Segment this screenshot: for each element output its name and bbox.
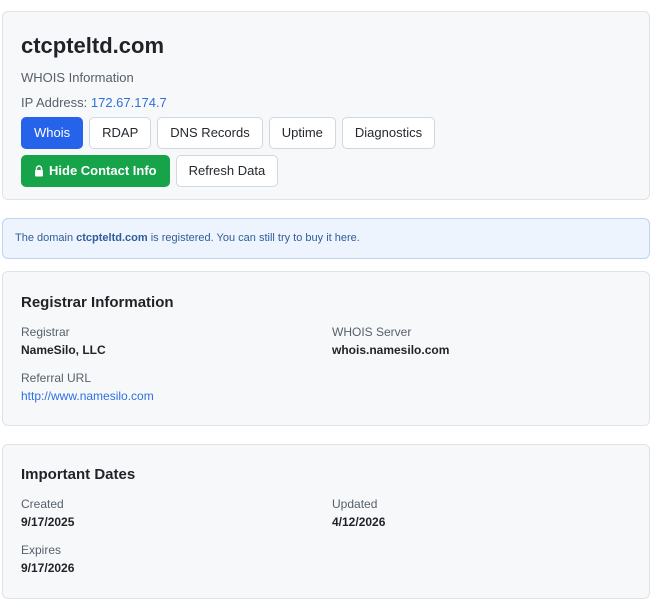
expires-value: 9/17/2026 xyxy=(21,561,75,575)
created-value: 9/17/2025 xyxy=(21,515,75,529)
created-label: Created xyxy=(21,497,64,511)
ip-address-link[interactable]: 172.67.174.7 xyxy=(91,95,167,110)
registrar-field: Registrar NameSilo, LLC xyxy=(21,324,332,358)
whois-server-value: whois.namesilo.com xyxy=(332,343,450,357)
expires-label: Expires xyxy=(21,543,62,557)
registrar-value: NameSilo, LLC xyxy=(21,343,106,357)
uptime-button[interactable]: Uptime xyxy=(268,117,336,149)
page-title: ctcpteltd.com xyxy=(21,33,165,58)
page-subtitle: WHOIS Information xyxy=(21,70,134,85)
buy-here-link[interactable]: here xyxy=(335,232,357,244)
registrar-section-title: Registrar Information xyxy=(21,294,174,311)
ip-address-label: IP Address: xyxy=(21,95,88,110)
dates-fields: Created 9/17/2025 Updated 4/12/2026 Expi… xyxy=(21,496,631,576)
rdap-button[interactable]: RDAP xyxy=(89,117,152,149)
action-button-bar: Whois RDAP DNS Records Uptime Diagnostic… xyxy=(21,117,581,187)
whois-server-field: WHOIS Server whois.namesilo.com xyxy=(332,324,632,358)
refresh-data-button[interactable]: Refresh Data xyxy=(175,155,279,187)
referral-url-label: Referral URL xyxy=(21,371,92,385)
important-dates-card: Important Dates Created 9/17/2025 Update… xyxy=(2,444,650,599)
notice-middle: is registered. You can still try to buy … xyxy=(147,232,335,244)
lock-icon xyxy=(35,165,43,177)
dns-records-button[interactable]: DNS Records xyxy=(157,117,263,149)
created-field: Created 9/17/2025 xyxy=(21,496,332,530)
notice-suffix: . xyxy=(356,232,360,244)
referral-url-link[interactable]: http://www.namesilo.com xyxy=(21,388,332,404)
whois-server-label: WHOIS Server xyxy=(332,325,412,339)
updated-value: 4/12/2026 xyxy=(332,515,386,529)
registrar-information-card: Registrar Information Registrar NameSilo… xyxy=(2,271,650,426)
registrar-label: Registrar xyxy=(21,325,70,339)
notice-prefix: The domain xyxy=(15,232,77,244)
diagnostics-button[interactable]: Diagnostics xyxy=(341,117,436,149)
ip-address-row: IP Address: 172.67.174.7 xyxy=(21,94,631,111)
registrar-fields: Registrar NameSilo, LLC WHOIS Server who… xyxy=(21,324,631,404)
expires-field: Expires 9/17/2026 xyxy=(21,542,332,576)
domain-header-card: ctcpteltd.com WHOIS Information IP Addre… xyxy=(2,11,650,200)
hide-contact-info-button[interactable]: Hide Contact Info xyxy=(21,155,170,187)
dates-section-title: Important Dates xyxy=(21,466,136,483)
updated-label: Updated xyxy=(332,497,378,511)
notice-domain: ctcpteltd.com xyxy=(76,232,148,244)
registered-notice: The domain ctcpteltd.com is registered. … xyxy=(2,218,650,259)
updated-field: Updated 4/12/2026 xyxy=(332,496,632,530)
hide-contact-info-label: Hide Contact Info xyxy=(49,163,157,178)
whois-button[interactable]: Whois xyxy=(21,117,84,149)
referral-url-field: Referral URL http://www.namesilo.com xyxy=(21,370,332,404)
